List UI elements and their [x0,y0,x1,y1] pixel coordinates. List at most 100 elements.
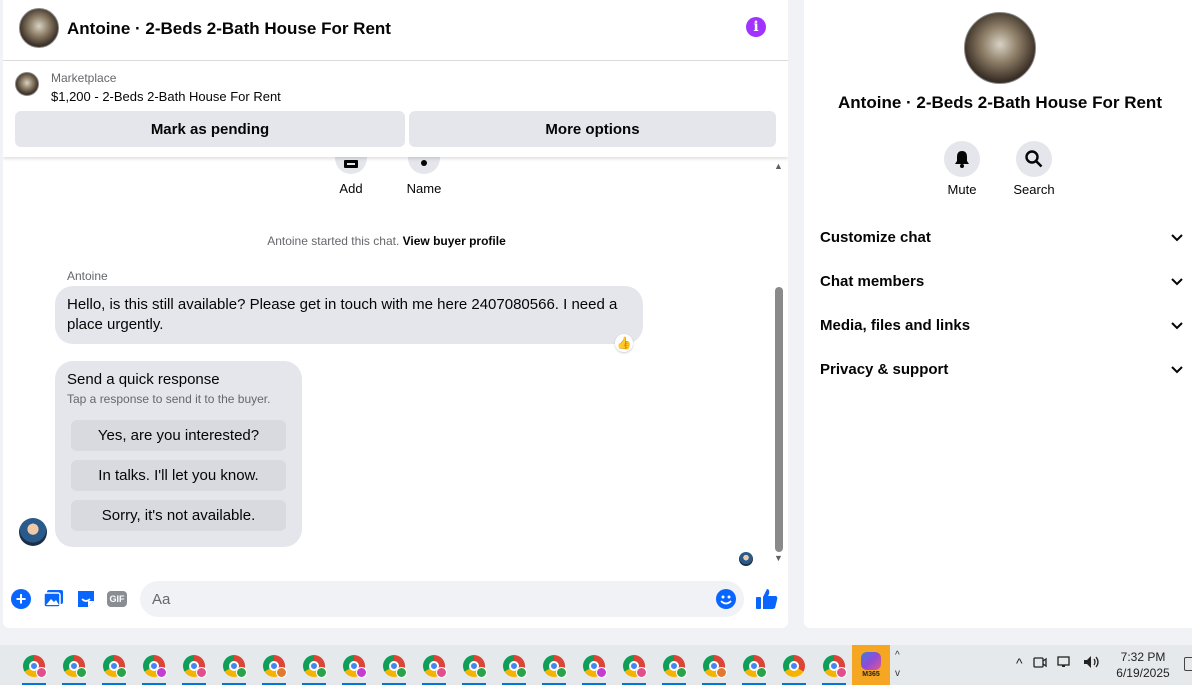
message-bubble[interactable]: Hello, is this still available? Please g… [55,286,643,344]
profile-badge-icon [556,667,567,678]
pencil-icon [408,157,440,174]
plus-icon[interactable]: + [11,589,31,609]
side-title: Antoine · 2-Beds 2-Bath House For Rent [838,93,1162,112]
chevron-down-icon [1171,233,1183,241]
started-text: Antoine started this chat. [267,234,400,248]
gif-icon[interactable]: GIF [107,591,127,607]
chevron-down-icon [1171,365,1183,373]
listing-avatar[interactable] [19,8,59,48]
quick-response-in-talks[interactable]: In talks. I'll let you know. [71,460,286,491]
chrome-window-icon[interactable] [219,652,249,685]
scrollbar-thumb[interactable] [775,287,783,552]
taskbar-scroll-down-icon[interactable]: v [895,665,907,683]
chrome-window-icon[interactable] [339,652,369,685]
chrome-window-icon[interactable] [779,652,809,685]
emoji-icon[interactable] [716,589,736,609]
m365-app-icon[interactable]: M365 [852,645,890,685]
profile-badge-icon [636,667,647,678]
taskbar: M365 ^ v ^ 7:32 PM 6/19/2025 [0,645,1192,685]
quick-response-not-available[interactable]: Sorry, it's not available. [71,500,286,531]
info-icon[interactable]: i [746,17,766,37]
thumbs-up-icon[interactable] [755,587,779,611]
taskbar-scroll-up-icon[interactable]: ^ [895,647,907,665]
section-customize-chat[interactable]: Customize chat [820,229,1184,246]
clock-time: 7:32 PM [1120,650,1166,664]
view-buyer-profile-link[interactable]: View buyer profile [403,234,506,248]
add-label: Add [339,181,363,196]
section-media-files-links[interactable]: Media, files and links [820,317,1184,334]
profile-badge-icon [836,667,847,678]
chrome-window-icon[interactable] [419,652,449,685]
profile-badge-icon [36,667,47,678]
chrome-window-icon[interactable] [379,652,409,685]
scroll-up-icon[interactable]: ▲ [774,161,783,171]
chat-header: Antoine · 2-Beds 2-Bath House For Rent i [3,0,788,61]
chrome-window-icon[interactable] [59,652,89,685]
chat-info-panel: Antoine · 2-Beds 2-Bath House For Rent M… [804,0,1192,628]
thumbs-up-reaction-icon[interactable]: 👍 [615,334,633,352]
chrome-window-icon[interactable] [459,652,489,685]
chrome-window-icon[interactable] [99,652,129,685]
name-label: Name [406,181,442,196]
listing-thumbnail[interactable] [15,72,39,96]
taskbar-scroll[interactable]: ^ v [895,647,907,683]
more-options-button[interactable]: More options [409,111,776,147]
chrome-window-icon[interactable] [19,652,49,685]
quick-response-subtitle: Tap a response to send it to the buyer. [67,392,271,406]
chrome-window-icon[interactable] [739,652,769,685]
chrome-window-icon[interactable] [179,652,209,685]
sticker-icon[interactable] [76,589,96,609]
show-desktop-button[interactable] [1184,657,1192,671]
show-hidden-icons-icon[interactable]: ^ [1016,655,1023,672]
mute-button[interactable]: Mute [932,141,992,197]
chrome-window-icon[interactable] [139,652,169,685]
profile-badge-icon [716,667,727,678]
add-icon [335,157,367,174]
add-action[interactable]: Add [331,157,371,196]
profile-badge-icon [436,667,447,678]
system-tray: ^ [1016,655,1101,672]
name-action[interactable]: Name [404,157,444,196]
mark-as-pending-button[interactable]: Mark as pending [15,111,405,147]
m365-logo-icon [861,652,881,670]
message-input[interactable] [140,581,744,617]
profile-badge-icon [356,667,367,678]
scroll-down-icon[interactable]: ▼ [774,553,783,563]
chrome-window-icon[interactable] [619,652,649,685]
chat-panel: Antoine · 2-Beds 2-Bath House For Rent i… [3,0,788,628]
sender-avatar[interactable] [19,518,47,546]
section-chat-members[interactable]: Chat members [820,273,1184,290]
listing-title[interactable]: $1,200 - 2-Beds 2-Bath House For Rent [51,89,281,104]
scrollbar[interactable]: ▲ ▼ [774,157,784,570]
chrome-window-icon[interactable] [499,652,529,685]
profile-badge-icon [596,667,607,678]
photo-icon[interactable] [44,589,64,609]
marketplace-label: Marketplace [51,71,117,85]
quick-response-interested[interactable]: Yes, are you interested? [71,420,286,451]
listing-profile-photo[interactable] [964,12,1036,84]
meeting-icon[interactable] [1032,655,1047,672]
chrome-window-icon[interactable] [699,652,729,685]
profile-badge-icon [676,667,687,678]
chrome-window-icon[interactable] [539,652,569,685]
chrome-window-icon[interactable] [259,652,289,685]
chrome-window-icon[interactable] [819,652,849,685]
search-button[interactable]: Search [1004,141,1064,197]
profile-badge-icon [396,667,407,678]
chrome-window-icon[interactable] [659,652,689,685]
chrome-window-icon[interactable] [579,652,609,685]
message-list: Add Name Antoine started this chat. View… [3,157,788,570]
profile-badge-icon [276,667,287,678]
section-label: Customize chat [820,229,931,246]
section-privacy-support[interactable]: Privacy & support [820,361,1184,378]
clock[interactable]: 7:32 PM 6/19/2025 [1110,649,1176,681]
profile-badge-icon [316,667,327,678]
chat-title[interactable]: Antoine · 2-Beds 2-Bath House For Rent [67,19,391,39]
network-icon[interactable] [1056,655,1073,672]
search-icon [1016,141,1052,177]
volume-icon[interactable] [1083,655,1101,672]
chrome-window-icon[interactable] [299,652,329,685]
profile-badge-icon [476,667,487,678]
chrome-icon [783,655,805,677]
profile-badge-icon [116,667,127,678]
